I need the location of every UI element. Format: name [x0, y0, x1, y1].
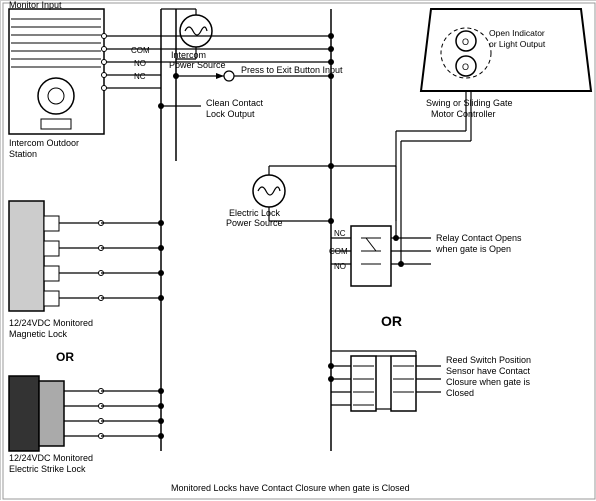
electric-lock-power-label: Electric Lock [229, 208, 281, 218]
svg-text:Closed: Closed [446, 388, 474, 398]
clean-contact-label: Clean Contact [206, 98, 264, 108]
monitored-locks-note: Monitored Locks have Contact Closure whe… [171, 483, 410, 493]
svg-text:Magnetic Lock: Magnetic Lock [9, 329, 68, 339]
svg-text:Closure when gate is: Closure when gate is [446, 377, 531, 387]
svg-text:Electric Strike Lock: Electric Strike Lock [9, 464, 86, 474]
monitor-input-label: Monitor Input [9, 1, 62, 10]
no-label-relay: NO [334, 262, 346, 271]
com-label-1: COM [131, 46, 150, 55]
press-to-exit-label: Press to Exit Button Input [241, 65, 343, 75]
intercom-outdoor-label: Intercom Outdoor [9, 138, 79, 148]
no-label-1: NO [134, 59, 146, 68]
nc-label-1: NC [134, 72, 146, 81]
svg-text:O: O [462, 37, 469, 47]
open-indicator-label: Open Indicator [489, 28, 545, 38]
magnetic-lock-label: 12/24VDC Monitored [9, 318, 93, 328]
svg-text:Lock Output: Lock Output [206, 109, 255, 119]
reed-switch-label: Reed Switch Position [446, 355, 531, 365]
svg-text:O: O [462, 62, 469, 72]
relay-contact-label: Relay Contact Opens [436, 233, 522, 243]
svg-text:Power Source: Power Source [226, 218, 283, 228]
or-label-2: OR [381, 313, 402, 329]
or-label-1: OR [56, 350, 74, 364]
svg-text:when gate is Open: when gate is Open [435, 244, 511, 254]
nc-label-relay: NC [334, 229, 346, 238]
svg-text:Station: Station [9, 149, 37, 159]
com-label-relay: COM [329, 247, 348, 256]
svg-text:or Light Output: or Light Output [489, 39, 546, 49]
swing-gate-label: Swing or Sliding Gate [426, 98, 513, 108]
svg-text:Motor Controller: Motor Controller [431, 109, 496, 119]
electric-strike-label: 12/24VDC Monitored [9, 453, 93, 463]
svg-text:Sensor have Contact: Sensor have Contact [446, 366, 531, 376]
wiring-diagram: Monitor Input Intercom Outdoor Station I… [0, 0, 596, 500]
